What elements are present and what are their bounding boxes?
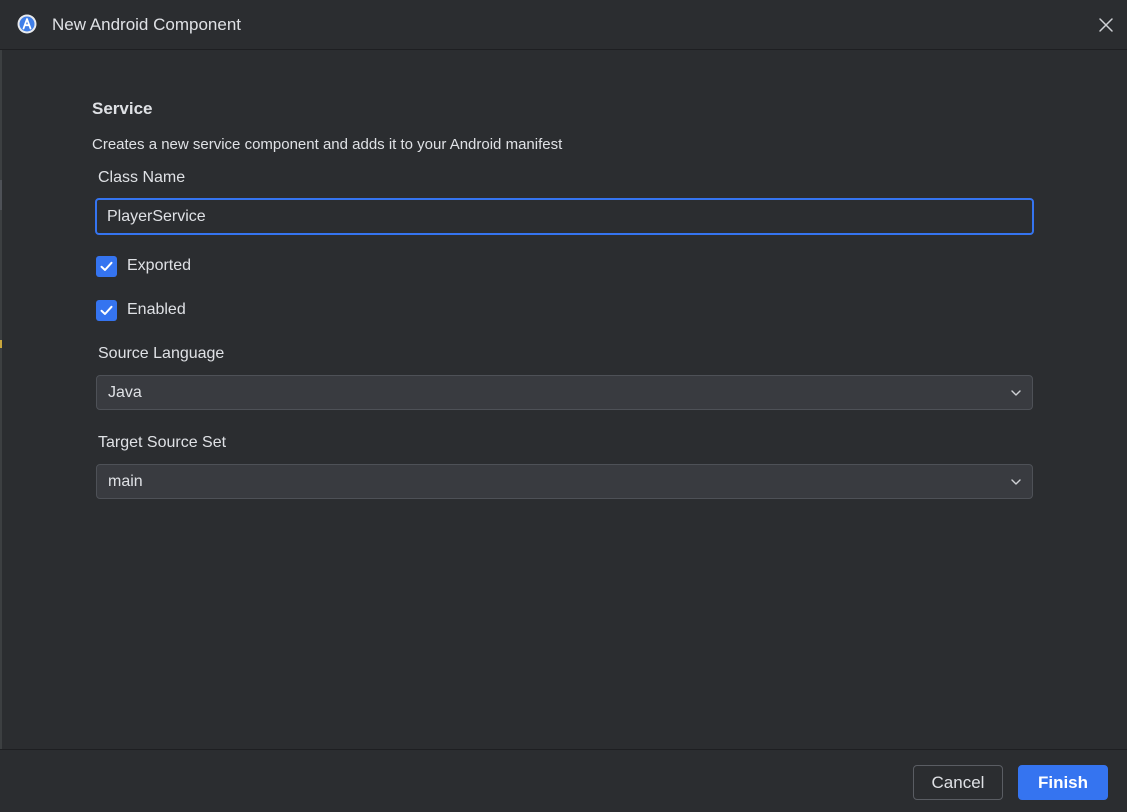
source-language-select[interactable]: Java [96, 375, 1033, 410]
close-icon[interactable] [1096, 15, 1116, 35]
exported-label: Exported [127, 257, 192, 274]
finish-button[interactable]: Finish [1018, 765, 1108, 800]
cancel-button[interactable]: Cancel [913, 765, 1003, 800]
new-android-component-dialog: New Android Component Service Creates a … [0, 0, 1127, 812]
class-name-label: Class Name [98, 169, 186, 186]
dialog-footer: Cancel Finish [0, 749, 1127, 812]
target-source-set-select[interactable]: main [96, 464, 1033, 499]
target-source-set-value: main [108, 473, 143, 490]
component-description: Creates a new service component and adds… [92, 136, 563, 153]
android-studio-icon [17, 14, 37, 34]
component-heading: Service [92, 99, 153, 118]
class-name-input[interactable] [95, 198, 1034, 235]
enabled-label: Enabled [127, 301, 186, 318]
enabled-checkbox[interactable] [96, 300, 117, 321]
exported-checkbox[interactable] [96, 256, 117, 277]
target-source-set-label: Target Source Set [98, 434, 227, 451]
source-language-label: Source Language [98, 345, 225, 362]
left-edge-highlight [0, 340, 2, 348]
window-title: New Android Component [52, 15, 242, 34]
chevron-down-icon [1011, 390, 1021, 396]
left-edge-marker [0, 180, 2, 210]
source-language-value: Java [108, 384, 142, 401]
chevron-down-icon [1011, 479, 1021, 485]
title-bar: New Android Component [0, 0, 1127, 50]
checkmark-icon [100, 305, 113, 315]
left-edge-divider [0, 50, 2, 750]
checkmark-icon [100, 261, 113, 271]
